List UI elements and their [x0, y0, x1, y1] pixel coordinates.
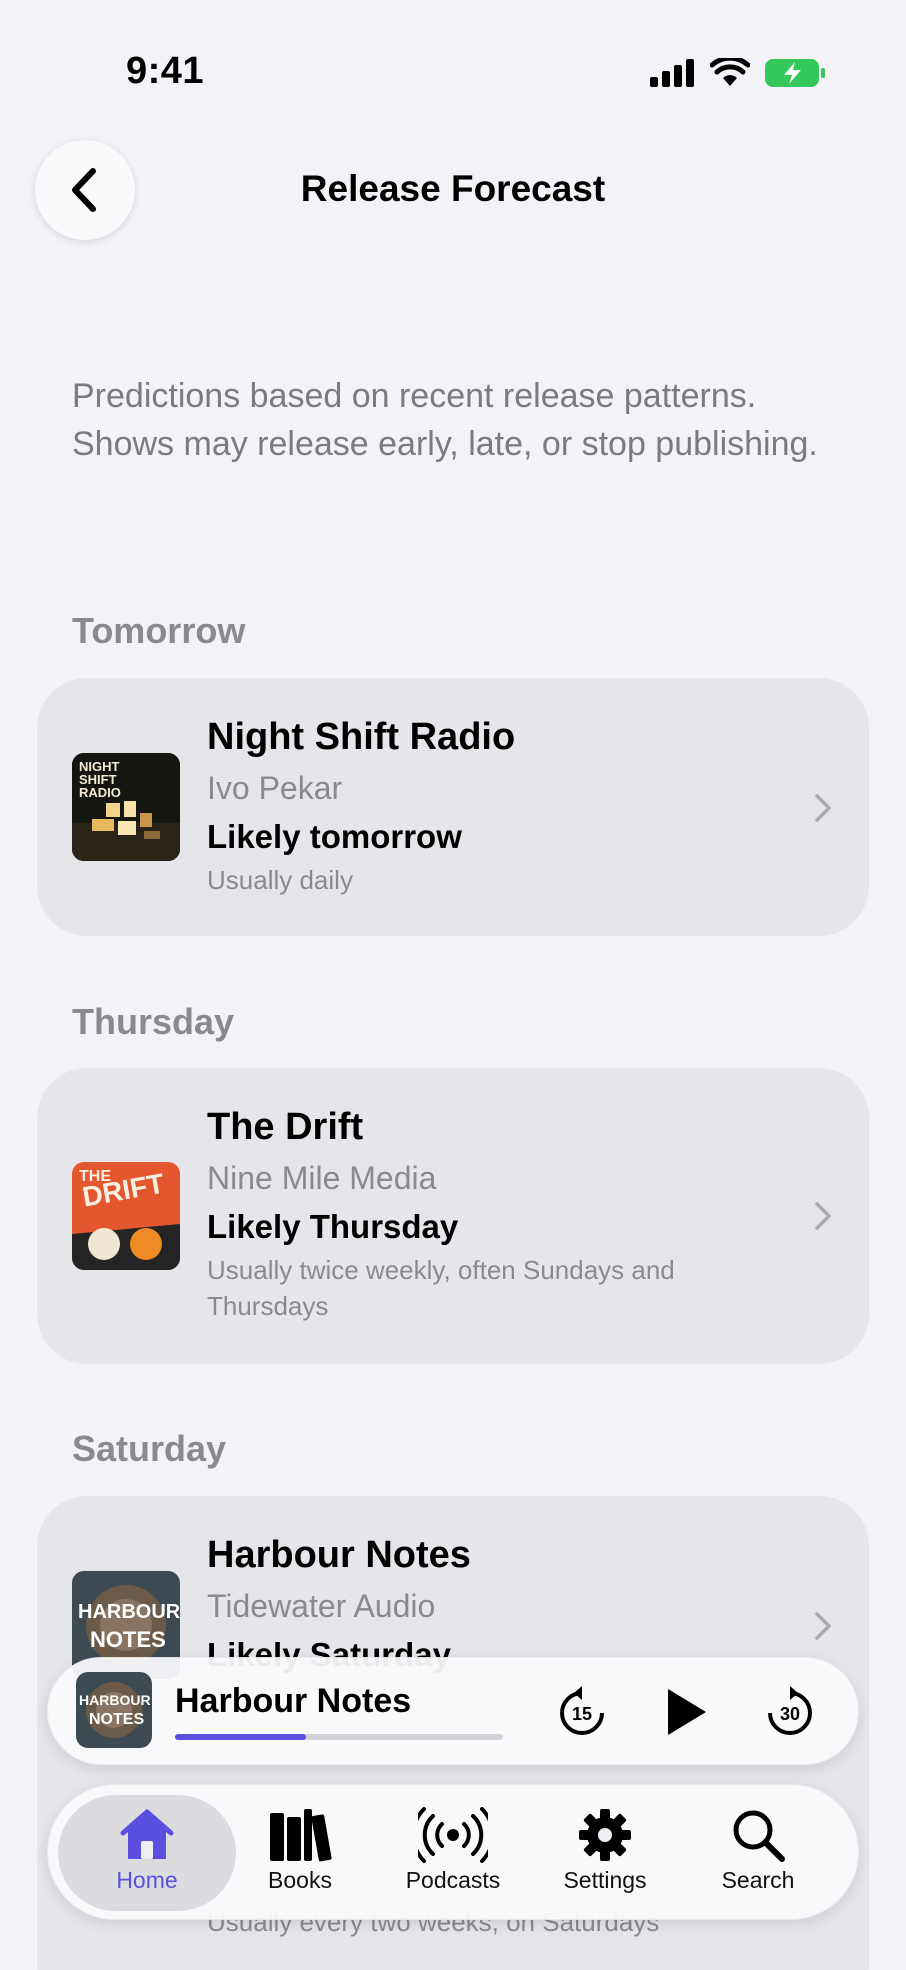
play-icon [668, 1689, 706, 1735]
tab-bar: Home Books Podcasts Settings Search [47, 1784, 859, 1920]
now-playing-artwork-text-1: HARBOUR [79, 1692, 151, 1708]
chevron-right-icon [815, 1202, 831, 1230]
wifi-icon [710, 58, 750, 86]
skip-back-button[interactable]: 15 [550, 1680, 614, 1744]
tab-settings[interactable]: Settings [530, 1807, 680, 1894]
show-title: The Drift [207, 1106, 364, 1148]
skip-back-icon: 15 [560, 1686, 604, 1735]
tab-books-label: Books [268, 1867, 332, 1893]
cellular-signal-icon [650, 59, 694, 87]
podcast-artwork: NIGHT SHIFT RADIO [72, 753, 180, 861]
release-prediction: Likely Thursday [207, 1208, 459, 1245]
mini-player[interactable]: HARBOUR NOTES Harbour Notes 15 30 [47, 1657, 859, 1765]
books-icon [270, 1809, 332, 1862]
section-header-saturday: Saturday [72, 1428, 227, 1469]
section-header-tomorrow: Tomorrow [72, 610, 246, 651]
section-header-thursday: Thursday [72, 1001, 235, 1042]
tab-search-label: Search [721, 1867, 795, 1893]
skip-forward-icon: 30 [768, 1686, 812, 1735]
chevron-right-icon [815, 794, 831, 822]
show-card-the-drift[interactable]: THE DRIFT The Drift Nine Mile Media Like… [37, 1068, 869, 1364]
gear-icon [579, 1809, 631, 1861]
show-author: Nine Mile Media [207, 1160, 437, 1196]
podcast-artwork: THE DRIFT [72, 1162, 180, 1270]
show-author: Tidewater Audio [207, 1588, 436, 1624]
tab-search[interactable]: Search [683, 1807, 833, 1894]
status-time: 9:41 [126, 50, 205, 92]
now-playing-artwork-text-2: NOTES [89, 1711, 145, 1728]
status-icons [650, 58, 826, 88]
show-author: Ivo Pekar [207, 770, 343, 806]
tab-podcasts-label: Podcasts [405, 1867, 501, 1893]
skip-back-seconds: 15 [572, 1704, 592, 1724]
playback-progress-bar[interactable] [175, 1734, 503, 1740]
play-button[interactable] [654, 1680, 718, 1744]
forecast-intro: Predictions based on recent release patt… [72, 377, 818, 463]
tab-podcasts[interactable]: Podcasts [378, 1807, 528, 1894]
podcast-artwork-text: NIGHT SHIFT RADIO [79, 759, 121, 800]
tab-books[interactable]: Books [225, 1807, 375, 1894]
release-prediction: Likely tomorrow [207, 818, 462, 855]
skip-forward-seconds: 30 [780, 1704, 800, 1724]
show-title: Night Shift Radio [207, 716, 516, 758]
broadcast-icon [418, 1807, 488, 1863]
podcast-artwork-text-2: NOTES [90, 1627, 166, 1652]
skip-forward-button[interactable]: 30 [758, 1680, 822, 1744]
page-title: Release Forecast [300, 168, 606, 209]
battery-charging-icon [765, 59, 825, 87]
chevron-right-icon [815, 1612, 831, 1640]
release-frequency: Usually twice weekly, often Sundays and … [207, 1255, 675, 1321]
podcast-artwork-text-1: HARBOUR [78, 1601, 180, 1623]
magnifier-icon [733, 1810, 785, 1862]
tab-settings-label: Settings [563, 1867, 647, 1893]
now-playing-artwork: HARBOUR NOTES [76, 1672, 152, 1748]
show-card-night-shift-radio[interactable]: NIGHT SHIFT RADIO Night Shift Radio Ivo … [37, 678, 869, 936]
show-title: Harbour Notes [207, 1534, 471, 1576]
playback-progress-fill [175, 1734, 307, 1740]
house-icon [120, 1809, 174, 1859]
tab-home[interactable]: Home [72, 1807, 222, 1894]
status-bar: 9:41 [0, 0, 906, 130]
now-playing-title: Harbour Notes [175, 1682, 412, 1720]
release-frequency: Usually daily [207, 865, 353, 895]
tab-home-label: Home [116, 1867, 178, 1893]
